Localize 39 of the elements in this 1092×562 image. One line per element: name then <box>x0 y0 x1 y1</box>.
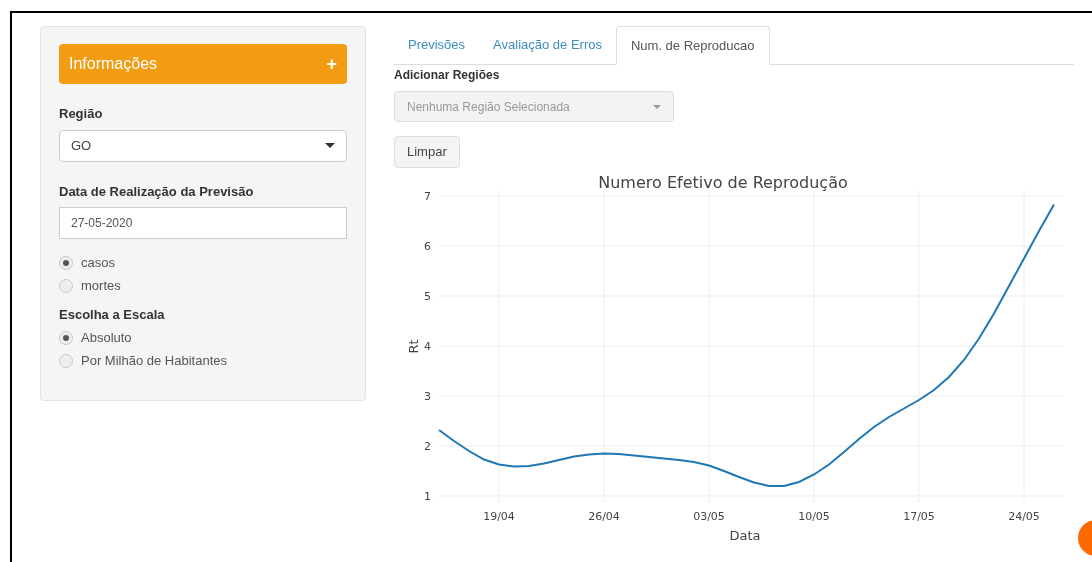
radio-button[interactable] <box>59 354 73 368</box>
header-title: Informações <box>69 54 158 74</box>
x-tick-label: 10/05 <box>798 510 830 523</box>
tab[interactable]: Avaliação de Erros <box>479 26 616 64</box>
y-tick-label: 7 <box>424 190 431 203</box>
y-tick-label: 1 <box>424 490 431 503</box>
tab[interactable]: Previsões <box>394 26 480 64</box>
x-tick-label: 17/05 <box>903 510 935 523</box>
radio-button[interactable] <box>59 255 73 270</box>
clear-button[interactable]: Limpar <box>394 136 460 168</box>
y-tick-label: 3 <box>424 390 431 403</box>
field-label: Escolha a Escala <box>59 306 166 324</box>
chart-title: Numero Efetivo de Reprodução <box>598 173 848 192</box>
x-axis-title: Data <box>729 528 761 543</box>
tab[interactable]: Num. de Reproducao <box>615 26 770 65</box>
y-tick-label: 5 <box>424 290 431 303</box>
radio-label: casos <box>81 253 115 272</box>
x-tick-label: 19/04 <box>483 510 515 523</box>
expand-toggle[interactable]: + <box>326 50 337 78</box>
x-tick-label: 24/05 <box>1008 510 1040 523</box>
x-tick-label: 26/04 <box>588 510 620 523</box>
info-header[interactable]: Informações + <box>59 44 347 84</box>
y-tick-label: 2 <box>424 440 431 453</box>
field-label: Região <box>59 105 104 123</box>
y-axis-title: Rt <box>406 339 421 354</box>
radio-label: Por Milhão de Habitantes <box>81 352 227 371</box>
y-tick-label: 4 <box>424 340 431 353</box>
radio-label: mortes <box>81 276 121 295</box>
caret-icon <box>653 104 661 109</box>
field-label: Data de Realização da Previsão <box>59 182 255 201</box>
radio-label: Absoluto <box>81 329 132 348</box>
radio-button[interactable] <box>59 278 73 293</box>
x-tick-label: 03/05 <box>693 510 725 523</box>
radio-button[interactable] <box>59 331 73 345</box>
region-select[interactable]: GO <box>59 129 347 162</box>
caret-icon <box>325 143 335 148</box>
field-label: Adicionar Regiões <box>394 67 501 84</box>
y-tick-label: 6 <box>424 240 431 253</box>
date-field[interactable]: 27-05-2020 <box>59 207 347 239</box>
